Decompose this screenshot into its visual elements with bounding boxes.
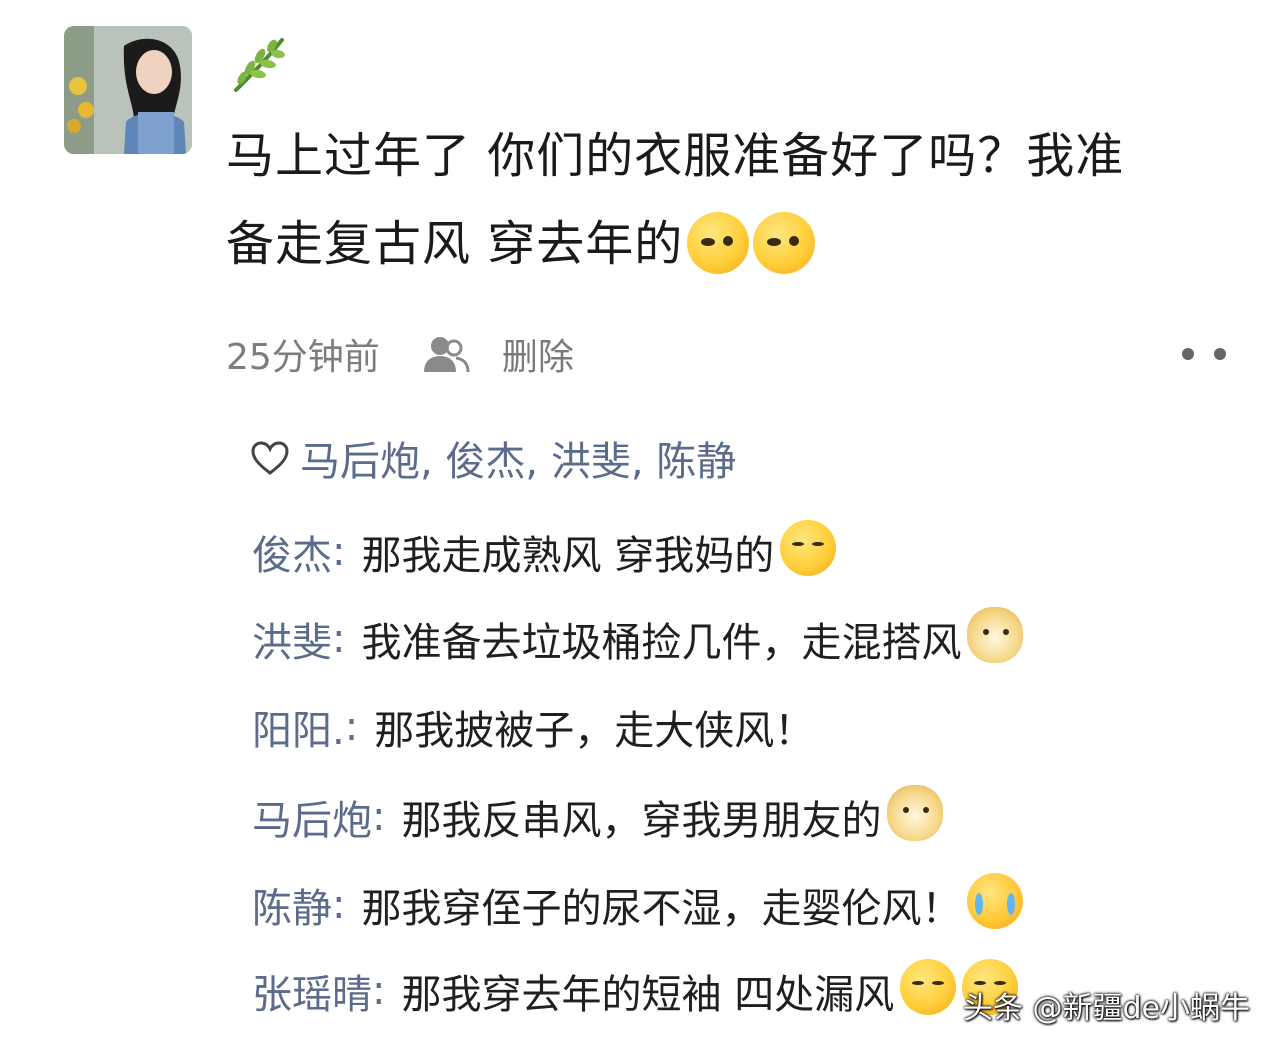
post-text-line: 马上过年了 你们的衣服准备好了吗？我准 bbox=[226, 128, 1125, 184]
comment-colon: : bbox=[332, 882, 346, 928]
comment-item: 洪斐: 我准备去垃圾桶捡几件，走混搭风 bbox=[252, 607, 1024, 669]
more-dots-icon[interactable] bbox=[1182, 334, 1226, 374]
comment-text: 那我披被子，走大侠风！ bbox=[374, 708, 815, 754]
crying-emoji bbox=[967, 873, 1024, 929]
doge-emoji bbox=[967, 607, 1024, 663]
watermark: 头条 @新疆de小蜗牛 bbox=[962, 991, 1250, 1026]
comment-text: 我准备去垃圾桶捡几件，走混搭风 bbox=[361, 620, 962, 666]
dot bbox=[1182, 348, 1194, 360]
comment-text: 那我穿侄子的尿不湿，走婴伦风！ bbox=[361, 886, 962, 932]
doge-emoji bbox=[887, 785, 944, 841]
likes-names[interactable]: 马后炮, 俊杰, 洪斐, 陈静 bbox=[300, 429, 736, 487]
avatar-photo bbox=[64, 26, 192, 154]
comment-author[interactable]: 俊杰 bbox=[252, 523, 332, 581]
comment-item: 陈静: 那我穿侄子的尿不湿，走婴伦风！ bbox=[252, 873, 1024, 935]
comment-colon: : bbox=[344, 704, 359, 750]
comment-item: 张瑶晴: 那我穿去年的短袖 四处漏风 bbox=[252, 959, 1019, 1021]
cold-emoji bbox=[900, 959, 957, 1015]
post-meta-row: 25分钟前 删除 bbox=[226, 326, 1226, 382]
comment-author[interactable]: 陈静 bbox=[252, 876, 332, 934]
comment-author[interactable]: 马后炮 bbox=[252, 788, 372, 846]
heart-icon[interactable] bbox=[250, 440, 290, 476]
post-text-line-content: 备走复古风 穿去年的 bbox=[226, 216, 684, 272]
avatar[interactable] bbox=[64, 26, 192, 154]
comment-text: 那我走成熟风 穿我妈的 bbox=[361, 533, 775, 579]
post-text: 马上过年了 你们的衣服准备好了吗？我准 备走复古风 穿去年的 bbox=[226, 112, 1236, 288]
comment-item: 马后炮: 那我反串风，穿我男朋友的 bbox=[252, 785, 944, 847]
salute-emoji bbox=[687, 212, 750, 274]
likes-row: 马后炮, 俊杰, 洪斐, 陈静 bbox=[250, 430, 736, 486]
dot bbox=[1214, 348, 1226, 360]
delete-link[interactable]: 删除 bbox=[502, 328, 574, 380]
comment-item: 阳阳.: 那我披被子，走大侠风！ bbox=[252, 697, 814, 757]
comment-text: 那我穿去年的短袖 四处漏风 bbox=[401, 972, 895, 1018]
comment-colon: : bbox=[332, 529, 346, 575]
comment-author[interactable]: 阳阳. bbox=[252, 698, 345, 756]
leaf-icon bbox=[234, 38, 285, 92]
comment-colon: : bbox=[372, 968, 386, 1014]
comment-item: 俊杰: 那我走成熟风 穿我妈的 bbox=[252, 520, 837, 582]
post-time: 25分钟前 bbox=[226, 337, 380, 378]
screenshot-page: 马上过年了 你们的衣服准备好了吗？我准 备走复古风 穿去年的 25分钟前 删除 … bbox=[0, 0, 1280, 1049]
comment-author[interactable]: 洪斐 bbox=[252, 610, 332, 668]
comments-panel: 马后炮, 俊杰, 洪斐, 陈静 俊杰: 那我走成熟风 穿我妈的 洪斐: 我准备去垃圾… bbox=[228, 412, 1258, 1049]
salute-emoji bbox=[753, 212, 816, 274]
comment-colon: : bbox=[332, 616, 346, 662]
person-icon[interactable] bbox=[420, 334, 472, 374]
sleepy-emoji bbox=[780, 520, 837, 576]
comment-colon: : bbox=[372, 794, 386, 840]
comment-author[interactable]: 张瑶晴 bbox=[252, 962, 372, 1020]
comment-text: 那我反串风，穿我男朋友的 bbox=[401, 798, 882, 844]
post-text-line: 备走复古风 穿去年的 bbox=[226, 200, 1236, 288]
